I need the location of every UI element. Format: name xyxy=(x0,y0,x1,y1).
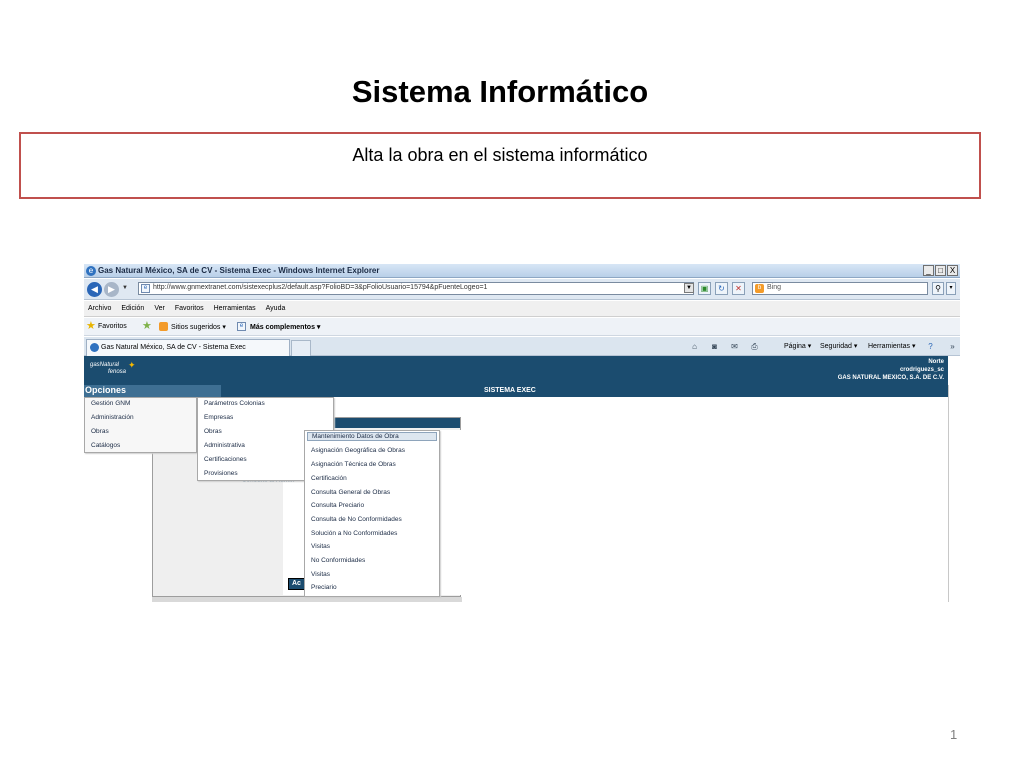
browser-menubar: Archivo Edición Ver Favoritos Herramient… xyxy=(84,301,960,317)
minimize-button[interactable]: _ xyxy=(923,265,934,276)
action-visitas-2[interactable]: Visitas xyxy=(311,571,330,578)
logo-line1: gasNatural xyxy=(90,362,120,368)
submenu-item-empresas[interactable]: Empresas xyxy=(204,414,233,421)
menu-archivo[interactable]: Archivo xyxy=(88,305,111,312)
tab-title: Gas Natural México, SA de CV - Sistema E… xyxy=(101,344,246,351)
user-info: Norte crodriguezs_sc GAS NATURAL MEXICO,… xyxy=(838,358,944,382)
user-region: Norte xyxy=(928,359,944,365)
system-label: SISTEMA EXEC xyxy=(484,387,536,394)
forward-icon[interactable]: ▶ xyxy=(104,282,119,297)
suggested-sites-link[interactable]: Sitios sugeridos ▾ xyxy=(171,323,226,331)
submenu-item-administrativa[interactable]: Administrativa xyxy=(204,442,245,449)
refresh-icon[interactable]: ↻ xyxy=(715,282,728,295)
tab-row: Gas Natural México, SA de CV - Sistema E… xyxy=(84,337,960,356)
action-consulta-no-conformidades[interactable]: Consulta de No Conformidades xyxy=(311,516,402,523)
address-url[interactable]: http://www.gnmextranet.com/sistexecplus2… xyxy=(153,284,487,291)
menu-item-obras[interactable]: Obras xyxy=(91,428,109,435)
home-icon[interactable]: ⌂ xyxy=(690,342,699,351)
address-row: ◀ ▶ ▼ e http://www.gnmextranet.com/siste… xyxy=(84,279,960,300)
action-no-conformidades[interactable]: No Conformidades xyxy=(311,557,365,564)
back-icon[interactable]: ◀ xyxy=(87,282,102,297)
bing-icon: b xyxy=(755,284,764,293)
logo-line2: fenosa xyxy=(108,369,127,375)
history-dropdown-icon[interactable]: ▼ xyxy=(122,285,128,291)
window-title: Gas Natural México, SA de CV - Sistema E… xyxy=(98,266,380,275)
menu-ayuda[interactable]: Ayuda xyxy=(266,305,286,312)
more-addons-link[interactable]: Más complementos ▾ xyxy=(250,323,320,331)
app-header: gasNatural fenosa ✦ Norte crodriguezs_sc… xyxy=(84,356,948,385)
search-options-icon[interactable]: ▾ xyxy=(946,282,956,295)
window-controls: _ □ X xyxy=(923,265,958,276)
stop-icon[interactable]: ✕ xyxy=(732,282,745,295)
obras-actions-submenu: Mantenimiento Datos de Obra Asignación G… xyxy=(304,430,440,597)
menu-ver[interactable]: Ver xyxy=(154,305,165,312)
browser-titlebar: e Gas Natural México, SA de CV - Sistema… xyxy=(84,264,960,278)
company-logo: gasNatural fenosa xyxy=(90,362,126,376)
address-bar[interactable]: e http://www.gnmextranet.com/sistexecplu… xyxy=(138,282,694,295)
tab-sistema-exec[interactable]: Gas Natural México, SA de CV - Sistema E… xyxy=(86,339,290,356)
action-asignacion-tecnica[interactable]: Asignación Técnica de Obras xyxy=(311,461,396,468)
callout-box: Alta la obra en el sistema informático xyxy=(19,132,981,199)
help-icon[interactable]: ? xyxy=(926,342,935,351)
menu-edicion[interactable]: Edición xyxy=(121,305,144,312)
search-icon[interactable]: ⚲ xyxy=(932,282,944,295)
favorites-star-icon: ★ xyxy=(86,320,96,332)
addons-icon: e xyxy=(237,322,246,331)
menu-item-gestion-gnm[interactable]: Gestión GNM xyxy=(91,400,130,407)
search-input[interactable]: b Bing xyxy=(752,282,928,295)
options-label: Opciones xyxy=(85,385,127,395)
mail-icon[interactable]: ✉ xyxy=(730,342,739,351)
slide-title: Sistema Informático xyxy=(351,74,649,109)
action-asignacion-geografica[interactable]: Asignación Geográfica de Obras xyxy=(311,447,405,454)
feeds-icon[interactable]: ◙ xyxy=(710,342,719,351)
address-dropdown-icon[interactable]: ▼ xyxy=(684,283,694,293)
callout-text: Alta la obra en el sistema informático xyxy=(352,145,648,165)
action-preciario[interactable]: Preciario xyxy=(311,584,337,591)
menu-item-catalogos[interactable]: Catálogos xyxy=(91,442,120,449)
submenu-item-provisiones[interactable]: Provisiones xyxy=(204,470,238,477)
security-menu[interactable]: Seguridad ▾ xyxy=(820,342,857,350)
action-mantenimiento-datos-obra[interactable]: Mantenimiento Datos de Obra xyxy=(307,432,437,441)
favorites-bar: ★ Favoritos ★ Sitios sugeridos ▾ e Más c… xyxy=(84,318,960,336)
user-name: crodriguezs_sc xyxy=(899,367,944,373)
chevron-right-icon[interactable]: » xyxy=(948,342,957,351)
suggested-sites-icon xyxy=(159,322,168,331)
panel-bottom-bar xyxy=(152,597,462,602)
options-menu: Gestión GNM Administración Obras Catálog… xyxy=(84,397,197,453)
tab-favicon-icon xyxy=(90,343,99,352)
close-button[interactable]: X xyxy=(947,265,958,276)
maximize-button[interactable]: □ xyxy=(935,265,946,276)
favorites-button[interactable]: Favoritos xyxy=(98,323,127,330)
menu-favoritos[interactable]: Favoritos xyxy=(175,305,204,312)
submenu-item-certificaciones[interactable]: Certificaciones xyxy=(204,456,247,463)
submenu-item-parametros-colonias[interactable]: Parámetros Colonias xyxy=(204,400,265,407)
embedded-screenshot: e Gas Natural México, SA de CV - Sistema… xyxy=(84,264,960,602)
options-menu-button[interactable]: Opciones xyxy=(84,385,221,397)
action-consulta-preciario[interactable]: Consulta Preciario xyxy=(311,502,364,509)
page-menu[interactable]: Página ▾ xyxy=(784,342,811,350)
content-divider xyxy=(948,385,949,602)
submenu-item-obras[interactable]: Obras xyxy=(204,428,222,435)
tools-menu[interactable]: Herramientas ▾ xyxy=(868,342,915,350)
menu-item-administracion[interactable]: Administración xyxy=(91,414,134,421)
print-icon[interactable]: ⎙ xyxy=(750,342,759,351)
add-favorite-icon[interactable]: ★ xyxy=(142,321,152,332)
action-certificacion[interactable]: Certificación xyxy=(311,475,347,482)
new-tab-button[interactable] xyxy=(291,340,311,356)
page-icon: e xyxy=(141,284,150,293)
app-navbar: Opciones SISTEMA EXEC xyxy=(84,385,948,397)
user-company: GAS NATURAL MEXICO, S.A. DE C.V. xyxy=(837,375,944,381)
menu-herramientas[interactable]: Herramientas xyxy=(214,305,256,312)
action-visitas[interactable]: Visitas xyxy=(311,543,330,550)
action-consulta-general-obras[interactable]: Consulta General de Obras xyxy=(311,489,390,496)
page-number: 1 xyxy=(950,727,958,742)
logo-flame-icon: ✦ xyxy=(128,360,136,370)
ie-logo-icon: e xyxy=(86,266,96,276)
compatibility-icon[interactable]: ▣ xyxy=(698,282,711,295)
action-solucion-no-conformidades[interactable]: Solución a No Conformidades xyxy=(311,530,397,537)
search-placeholder: Bing xyxy=(767,284,782,291)
